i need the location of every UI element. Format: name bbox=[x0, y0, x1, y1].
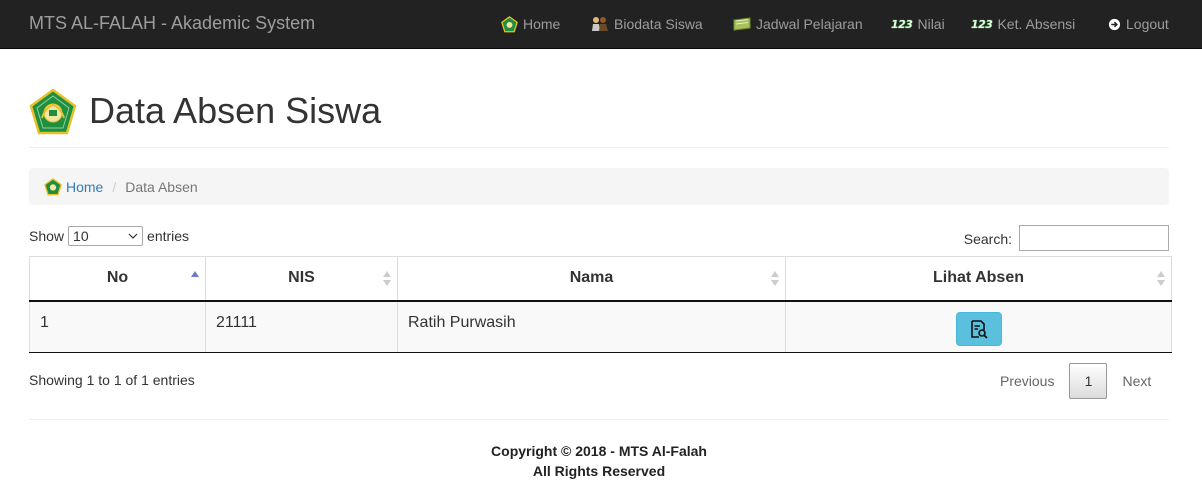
column-header-lihat-absen[interactable]: Lihat Absen bbox=[785, 256, 1172, 302]
entries-select[interactable]: 10 bbox=[68, 226, 144, 246]
footer-copyright: Copyright © 2018 - MTS Al-Falah bbox=[491, 443, 707, 459]
nav-label-logout: Logout bbox=[1126, 16, 1169, 32]
search-label: Search: bbox=[963, 231, 1012, 247]
nav-label-home: Home bbox=[523, 16, 561, 32]
column-header-nis[interactable]: NIS bbox=[205, 256, 398, 302]
breadcrumb-current: Data Absen bbox=[125, 178, 198, 195]
sort-both-icon bbox=[1157, 271, 1165, 286]
cell-no: 1 bbox=[29, 300, 206, 353]
brand-title[interactable]: MTS AL-FALAH - Akademic System bbox=[29, 13, 315, 34]
column-header-label: NIS bbox=[288, 269, 315, 287]
sort-ascending-icon bbox=[191, 271, 199, 277]
chevron-down-icon bbox=[128, 233, 138, 239]
table-header-row: No NIS Nama Lihat Absen bbox=[29, 256, 1172, 302]
entries-select-value: 10 bbox=[73, 228, 89, 244]
search-input[interactable] bbox=[1019, 225, 1169, 251]
logout-circle-icon bbox=[1108, 18, 1121, 31]
top-navbar: MTS AL-FALAH - Akademic System Home Biod… bbox=[0, 0, 1202, 49]
lihat-absen-button[interactable] bbox=[955, 311, 1002, 346]
footer-divider bbox=[29, 419, 1169, 420]
school-logo-icon bbox=[29, 88, 77, 139]
students-icon bbox=[591, 16, 609, 32]
footer-rights: All Rights Reserved bbox=[532, 463, 666, 479]
entries-length-control: Show 10 entries bbox=[29, 226, 189, 246]
column-header-label: Lihat Absen bbox=[933, 269, 1024, 287]
column-header-no[interactable]: No bbox=[29, 256, 206, 302]
nav-item-nilai[interactable]: 123 Nilai bbox=[891, 0, 945, 48]
nav-label-jadwal-pelajaran: Jadwal Pelajaran bbox=[756, 16, 863, 32]
nav-item-biodata-siswa[interactable]: Biodata Siswa bbox=[591, 0, 703, 48]
sort-both-icon bbox=[771, 271, 779, 286]
page-footer: Copyright © 2018 - MTS Al-Falah All Righ… bbox=[0, 441, 1198, 481]
nav-item-home[interactable]: Home bbox=[501, 0, 560, 48]
cell-nama: Ratih Purwasih bbox=[397, 300, 786, 353]
book-icon bbox=[733, 17, 751, 31]
nav-item-jadwal-pelajaran[interactable]: Jadwal Pelajaran bbox=[733, 0, 863, 48]
nav-label-biodata-siswa: Biodata Siswa bbox=[614, 16, 703, 32]
nav-item-ket-absensi[interactable]: 123 Ket. Absensi bbox=[971, 0, 1075, 48]
search-control: Search: bbox=[964, 225, 1169, 251]
cell-nis: 21111 bbox=[205, 300, 398, 353]
nav-label-nilai: Nilai bbox=[917, 16, 945, 32]
column-header-nama[interactable]: Nama bbox=[397, 256, 786, 302]
numbers-123-icon: 123 bbox=[971, 17, 993, 31]
pentagon-logo-icon bbox=[501, 15, 518, 33]
breadcrumb: Home / Data Absen bbox=[29, 168, 1169, 205]
breadcrumb-home-link[interactable]: Home bbox=[44, 177, 104, 196]
page-title: Data Absen Siswa bbox=[89, 90, 382, 131]
numbers-123-icon: 123 bbox=[891, 17, 913, 31]
cell-action bbox=[785, 300, 1172, 353]
column-header-label: Nama bbox=[569, 269, 614, 287]
absen-table: No NIS Nama Lihat Absen 1 21111 Ratih Pu… bbox=[29, 256, 1172, 353]
table-row: 1 21111 Ratih Purwasih bbox=[29, 300, 1172, 353]
pagination: Previous 1 Next bbox=[985, 363, 1166, 399]
entries-label: entries bbox=[147, 228, 190, 244]
breadcrumb-home-label: Home bbox=[66, 178, 104, 195]
next-page-button[interactable]: Next bbox=[1107, 373, 1166, 389]
previous-page-button[interactable]: Previous bbox=[985, 373, 1069, 389]
pentagon-logo-icon bbox=[44, 177, 62, 195]
table-info: Showing 1 to 1 of 1 entries bbox=[29, 372, 195, 388]
view-document-search-icon bbox=[970, 319, 988, 339]
nav-label-ket-absensi: Ket. Absensi bbox=[997, 16, 1076, 32]
show-label: Show bbox=[29, 228, 65, 244]
nav-item-logout[interactable]: Logout bbox=[1108, 0, 1169, 48]
page-1-button[interactable]: 1 bbox=[1069, 363, 1108, 399]
column-header-label: No bbox=[106, 269, 129, 287]
sort-both-icon bbox=[383, 271, 391, 286]
breadcrumb-separator: / bbox=[112, 178, 117, 195]
page-header: Data Absen Siswa bbox=[29, 88, 1169, 148]
